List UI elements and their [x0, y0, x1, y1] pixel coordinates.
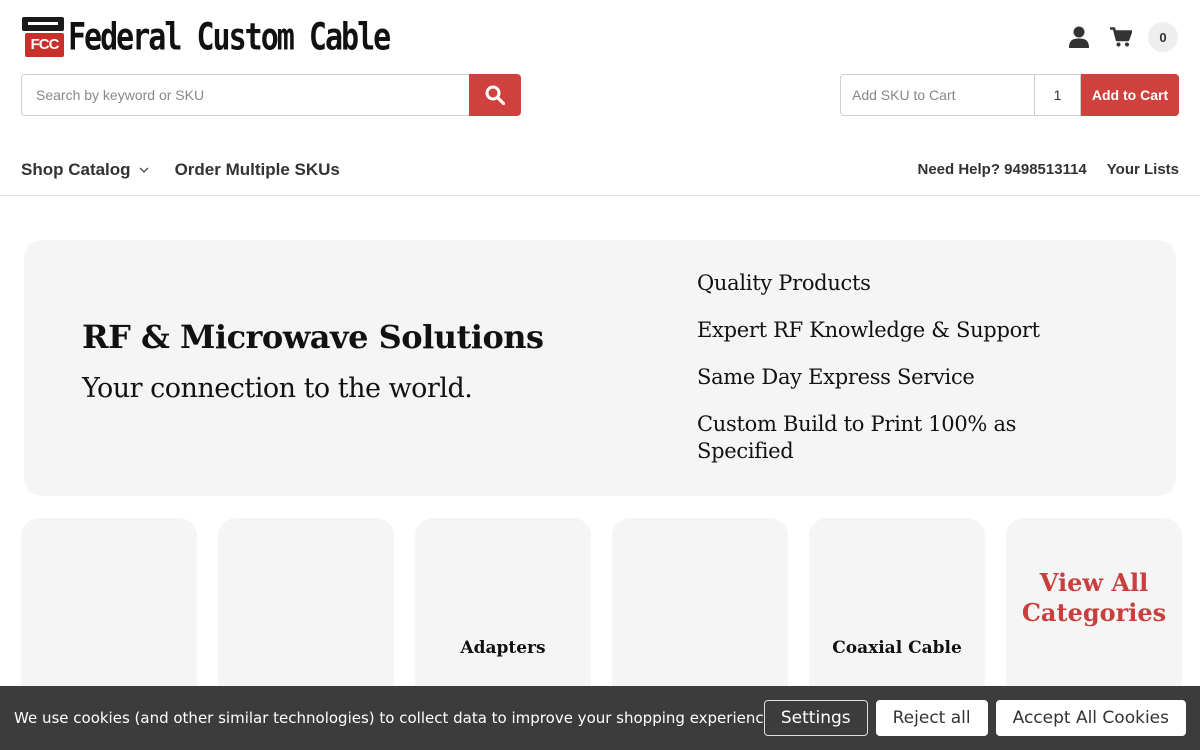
cookie-actions: Settings Reject all Accept All Cookies: [763, 700, 1186, 736]
hero-subtitle: Your connection to the world.: [82, 373, 473, 404]
category-label: Coaxial Cable: [832, 638, 962, 658]
main-nav: Shop Catalog Order Multiple SKUs: [21, 160, 340, 180]
category-label: Adapters: [460, 638, 546, 658]
your-lists-link[interactable]: Your Lists: [1107, 161, 1179, 178]
nav-shop-catalog-label: Shop Catalog: [21, 160, 131, 179]
header-icons: 0: [1064, 22, 1178, 52]
site-header: FCC Federal Custom Cable 0 Search by key…: [0, 0, 1200, 196]
cookie-consent-bar: We use cookies (and other similar techno…: [0, 686, 1200, 750]
utility-nav: Need Help? 9498513114 Your Lists: [917, 161, 1179, 178]
hero-feature: Quality Products: [697, 271, 871, 295]
hero-feature: Custom Build to Print 100% as Specified: [697, 412, 1017, 463]
logo-wordmark: Federal Custom Cable: [68, 15, 391, 59]
hero-feature: Same Day Express Service: [697, 365, 975, 389]
cart-count-badge[interactable]: 0: [1148, 22, 1178, 52]
search-input[interactable]: [21, 74, 469, 116]
search-icon: [485, 85, 505, 105]
search-bar: [21, 74, 521, 116]
quick-add-sku: Add to Cart: [840, 74, 1179, 116]
account-icon[interactable]: [1064, 22, 1094, 52]
hero-title: RF & Microwave Solutions: [82, 318, 544, 356]
logo-mark-icon: FCC: [22, 17, 64, 57]
search-button[interactable]: [469, 74, 521, 116]
site-logo[interactable]: FCC Federal Custom Cable: [22, 15, 391, 59]
cookie-settings-button[interactable]: Settings: [763, 700, 868, 736]
chevron-down-icon: [139, 167, 149, 173]
nav-shop-catalog[interactable]: Shop Catalog: [21, 160, 149, 180]
view-all-categories-link[interactable]: View All Categories: [1006, 568, 1182, 628]
hero-banner: RF & Microwave Solutions Your connection…: [24, 240, 1176, 496]
add-to-cart-button[interactable]: Add to Cart: [1081, 74, 1179, 116]
quantity-input[interactable]: [1034, 74, 1081, 116]
nav-order-multiple-skus[interactable]: Order Multiple SKUs: [175, 160, 340, 180]
hero-feature: Expert RF Knowledge & Support: [697, 318, 1040, 342]
need-help-phone-link[interactable]: Need Help? 9498513114: [917, 161, 1086, 178]
cart-icon[interactable]: [1106, 22, 1136, 52]
hero-feature-list: Quality Products Expert RF Knowledge & S…: [697, 270, 1057, 485]
cookie-message: We use cookies (and other similar techno…: [14, 709, 778, 727]
cookie-reject-all-button[interactable]: Reject all: [875, 700, 988, 736]
cookie-accept-all-button[interactable]: Accept All Cookies: [995, 700, 1186, 736]
sku-input[interactable]: [840, 74, 1034, 116]
